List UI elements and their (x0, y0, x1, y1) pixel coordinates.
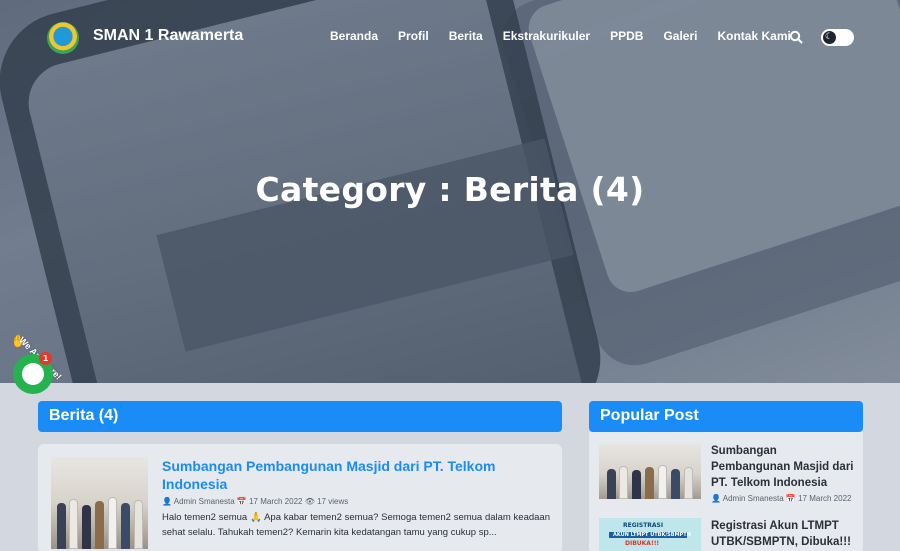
page-title: Category : Berita (4) (255, 170, 645, 209)
nav-berita[interactable]: Berita (449, 29, 483, 43)
whatsapp-chat-button[interactable]: 1 (13, 352, 53, 394)
nav-galeri[interactable]: Galeri (663, 29, 697, 43)
eye-icon: 👁 (304, 497, 315, 506)
post-thumbnail[interactable] (51, 457, 148, 549)
popular-post-meta-1: 👤 Admin Smanesta 📅 17 March 2022 (711, 494, 851, 503)
popular-post-author-1: Admin Smanesta (722, 494, 784, 503)
popular-post-date-1: 17 March 2022 (798, 494, 852, 503)
chat-bubble-icon (22, 363, 44, 385)
nav-ppdb[interactable]: PPDB (610, 29, 643, 43)
post-meta: 👤 Admin Smanesta 📅 17 March 2022 👁 17 vi… (162, 497, 348, 506)
popular-post-title-2[interactable]: Registrasi Akun LTMPT UTBK/SBMPTN, Dibuk… (711, 518, 859, 550)
post-date: 17 March 2022 (249, 497, 303, 506)
popular-post-title-1[interactable]: Sumbangan Pembangunan Masjid dari PT. Te… (711, 443, 859, 491)
thumbnail-text-registrasi: REGISTRASI (623, 522, 664, 529)
school-logo-icon[interactable] (47, 22, 79, 54)
popular-post-thumbnail-1[interactable] (599, 443, 701, 499)
notification-badge: 1 (39, 352, 52, 365)
dark-mode-toggle[interactable]: ☾ (821, 29, 854, 46)
post-excerpt: Halo temen2 semua 🙏 Apa kabar temen2 sem… (162, 512, 550, 538)
popular-post-thumbnail-2[interactable]: REGISTRASI AKUN LTMPT UTBK/SBMPTN DIBUKA… (599, 518, 701, 551)
nav-profil[interactable]: Profil (398, 29, 429, 43)
post-author: Admin Smanesta (173, 497, 235, 506)
search-icon[interactable] (789, 30, 803, 44)
sidebar-title: Popular Post (589, 401, 863, 432)
post-views: 17 views (317, 497, 349, 506)
calendar-icon: 📅 (236, 497, 247, 506)
moon-icon: ☾ (825, 32, 834, 42)
calendar-icon: 📅 (785, 494, 796, 503)
user-icon: 👤 (711, 494, 721, 503)
nav-kontak-kami[interactable]: Kontak Kami (717, 29, 790, 43)
thumbnail-text-akun: AKUN LTMPT UTBK/SBMPTN (613, 532, 691, 538)
main-menu: Beranda Profil Berita Ekstrakurikuler PP… (330, 29, 811, 43)
brand-name[interactable]: SMAN 1 Rawamerta (93, 27, 243, 45)
post-title-link[interactable]: Sumbangan Pembangunan Masjid dari PT. Te… (162, 457, 542, 493)
thumbnail-text-dibuka: DIBUKA!!! (625, 540, 660, 547)
navbar: SMAN 1 Rawamerta Beranda Profil Berita E… (0, 0, 900, 76)
user-icon: 👤 (162, 497, 172, 506)
nav-ekstrakurikuler[interactable]: Ekstrakurikuler (503, 29, 590, 43)
nav-beranda[interactable]: Beranda (330, 29, 378, 43)
section-title: Berita (4) (38, 401, 562, 432)
